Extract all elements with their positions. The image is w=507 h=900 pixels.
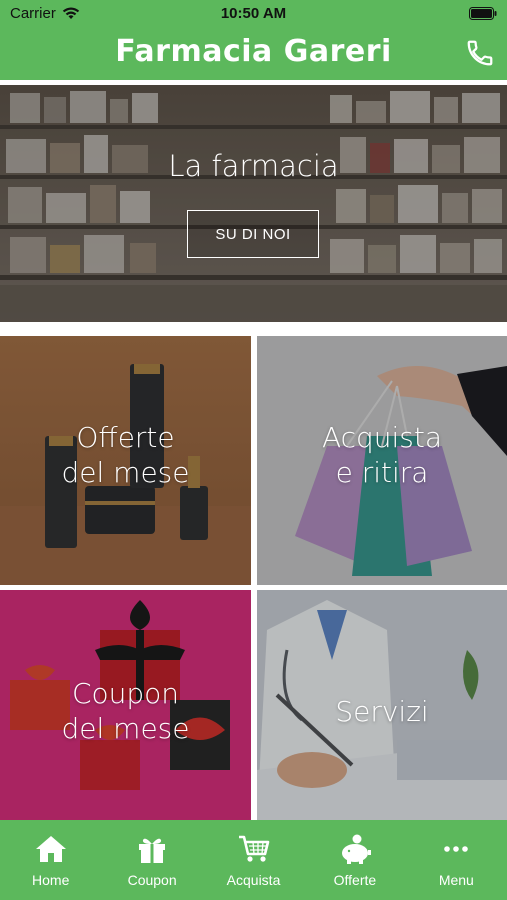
phone-icon[interactable] — [465, 38, 495, 68]
tile-offerte-label: Offerte del mese — [0, 420, 251, 490]
piggy-bank-icon — [341, 834, 371, 864]
app-header: Farmacia Gareri — [0, 28, 507, 80]
tile-servizi-line1: Servizi — [335, 695, 429, 728]
tile-acquista[interactable]: Acquista e ritira — [257, 336, 507, 585]
tile-coupon-label: Coupon del mese — [0, 676, 251, 746]
tile-coupon[interactable]: Coupon del mese — [0, 590, 251, 820]
tile-acquista-label: Acquista e ritira — [257, 420, 507, 490]
tile-coupon-line1: Coupon — [71, 677, 180, 710]
status-bar: Carrier 10:50 AM — [0, 0, 507, 28]
tile-coupon-line2: del mese — [61, 712, 190, 745]
tab-menu-label: Menu — [438, 872, 474, 888]
pharmacy-shelves-image — [0, 85, 507, 322]
tile-offerte-line2: del mese — [61, 456, 190, 489]
hero-title: La farmacia — [168, 149, 339, 183]
tile-offerte-line1: Offerte — [76, 421, 175, 454]
more-icon — [444, 846, 469, 852]
tab-coupon-label: Coupon — [127, 872, 177, 888]
about-us-button[interactable]: SU DI NOI — [187, 210, 319, 258]
tab-acquista-label: Acquista — [226, 872, 281, 888]
tile-offerte[interactable]: Offerte del mese — [0, 336, 251, 585]
tab-menu[interactable]: Menu — [406, 820, 507, 900]
tile-acquista-line2: e ritira — [335, 456, 429, 489]
gift-icon — [139, 838, 166, 863]
tab-home[interactable]: Home — [0, 820, 101, 900]
app-title: Farmacia Gareri — [115, 34, 392, 69]
tab-home-label: Home — [32, 872, 70, 888]
status-time: 10:50 AM — [220, 5, 287, 22]
tile-servizi[interactable]: Servizi — [257, 590, 507, 820]
tab-offerte[interactable]: Offerte — [304, 820, 405, 900]
cart-icon — [238, 835, 269, 862]
tab-acquista[interactable]: Acquista — [203, 820, 304, 900]
tab-bar: Home Coupon Acquista Offerte Menu — [0, 820, 507, 900]
battery-icon — [469, 7, 497, 20]
tile-servizi-label: Servizi — [257, 694, 507, 729]
tile-acquista-line1: Acquista — [321, 421, 443, 454]
tab-offerte-label: Offerte — [333, 872, 377, 888]
tab-coupon[interactable]: Coupon — [101, 820, 202, 900]
hero-banner: La farmacia SU DI NOI — [0, 85, 507, 322]
home-icon — [35, 836, 66, 862]
